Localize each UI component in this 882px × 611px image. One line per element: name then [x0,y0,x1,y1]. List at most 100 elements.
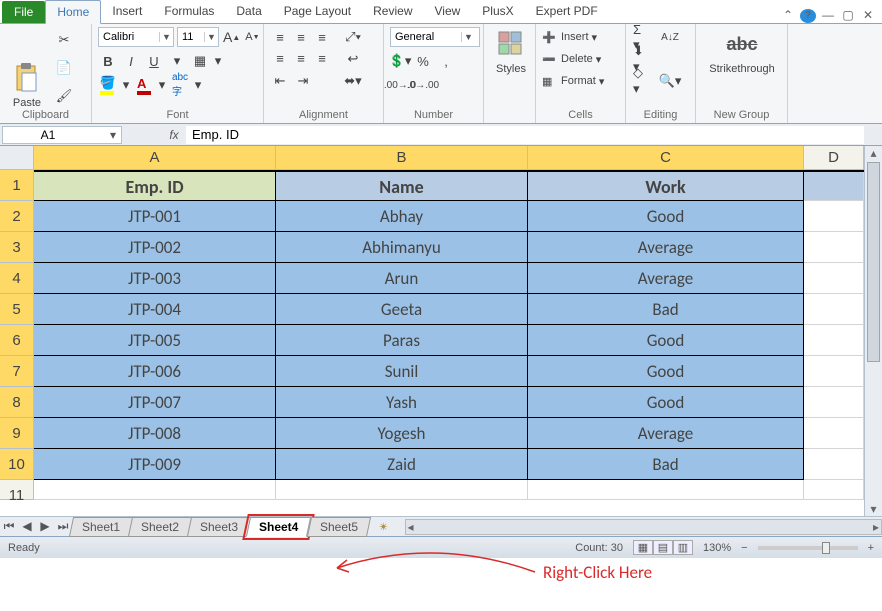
cell[interactable]: JTP-008 [34,418,276,449]
cell[interactable]: Good [528,201,804,232]
phonetic-icon[interactable]: abc字 [170,75,190,95]
cell[interactable]: JTP-004 [34,294,276,325]
zoom-out-icon[interactable]: − [741,542,747,554]
format-painter-icon[interactable]: 🖌 [54,86,74,106]
cells-area[interactable]: Emp. IDNameWorkJTP-001AbhayGoodJTP-002Ab… [34,170,864,500]
page-break-view-icon[interactable]: ▥ [673,540,693,555]
align-middle-icon[interactable]: ≡ [291,27,311,47]
insert-cells-button[interactable]: ➕Insert ▾ [542,27,619,47]
cell[interactable] [804,480,864,500]
accounting-icon[interactable]: 💲▾ [390,51,410,71]
prev-sheet-icon[interactable]: ◀ [18,519,36,534]
sheet-tab-sheet2[interactable]: Sheet2 [128,517,192,537]
chevron-down-icon[interactable]: ▼ [159,32,173,42]
vertical-scrollbar[interactable]: ▴ ▾ [864,146,882,516]
chevron-down-icon[interactable]: ▾ [105,128,121,142]
zoom-level[interactable]: 130% [703,542,731,554]
tab-plusx[interactable]: PlusX [471,0,524,23]
cell[interactable] [804,325,864,356]
select-all-corner[interactable] [0,146,34,170]
name-box[interactable]: ▾ [2,126,122,144]
fill-color-icon[interactable]: 🪣 [98,75,118,95]
paste-button[interactable]: Paste [6,27,48,109]
merge-icon[interactable]: ⬌▾ [338,71,368,91]
cell[interactable] [804,356,864,387]
cell[interactable]: Bad [528,294,804,325]
cell[interactable]: Paras [276,325,528,356]
first-sheet-icon[interactable]: ⏮ [0,519,18,534]
cell[interactable]: Emp. ID [34,172,276,201]
align-bottom-icon[interactable]: ≡ [312,27,332,47]
row-header-2[interactable]: 2 [0,201,34,232]
font-name-input[interactable] [99,31,159,43]
cell[interactable]: JTP-003 [34,263,276,294]
row-header-1[interactable]: 1 [0,170,34,201]
ribbon-minimize-icon[interactable]: ⌃ [780,8,796,22]
sheet-tab-sheet3[interactable]: Sheet3 [187,517,251,537]
find-icon[interactable]: 🔍▾ [655,71,685,91]
row-header-4[interactable]: 4 [0,263,34,294]
new-sheet-icon[interactable]: ✴ [373,520,395,534]
phonetic-menu-icon[interactable]: ▾ [193,75,203,95]
cell[interactable]: Yash [276,387,528,418]
styles-button[interactable]: Styles [490,27,532,75]
align-top-icon[interactable]: ≡ [270,27,290,47]
row-header-9[interactable]: 9 [0,418,34,449]
clear-icon[interactable]: ◇ ▾ [632,71,652,91]
font-color-menu-icon[interactable]: ▾ [157,75,167,95]
font-color-icon[interactable]: A [134,75,154,95]
chevron-down-icon[interactable]: ▼ [204,32,218,42]
wrap-text-icon[interactable]: ↩ [338,49,368,69]
tab-home[interactable]: Home [45,0,101,24]
cell[interactable]: JTP-005 [34,325,276,356]
next-sheet-icon[interactable]: ▶ [36,519,54,534]
sheet-tab-sheet1[interactable]: Sheet1 [69,517,133,537]
minimize-icon[interactable]: — [820,8,836,22]
border-icon[interactable]: ▦ [190,51,210,71]
font-size-input[interactable] [178,31,204,43]
zoom-in-icon[interactable]: + [868,542,874,554]
chevron-down-icon[interactable]: ▼ [461,32,475,42]
row-header-6[interactable]: 6 [0,325,34,356]
sheet-tab-sheet5[interactable]: Sheet5 [306,517,370,537]
cell[interactable] [276,480,528,500]
cell[interactable] [804,449,864,480]
align-center-icon[interactable]: ≡ [291,48,311,68]
cell[interactable]: Good [528,356,804,387]
cell[interactable]: Sunil [276,356,528,387]
strikethrough-button[interactable]: abc Strikethrough [702,27,782,75]
cell[interactable] [804,172,864,201]
bold-icon[interactable]: B [98,51,118,71]
cell[interactable] [804,387,864,418]
close-icon[interactable]: ✕ [860,8,876,22]
tab-expert-pdf[interactable]: Expert PDF [525,0,609,23]
cell-reference-input[interactable] [3,128,93,142]
cell[interactable] [528,480,804,500]
cell[interactable] [804,418,864,449]
font-size-combo[interactable]: ▼ [177,27,219,47]
tab-view[interactable]: View [424,0,472,23]
increase-font-icon[interactable]: A▲ [222,27,241,47]
cell[interactable]: JTP-009 [34,449,276,480]
cell[interactable] [804,263,864,294]
file-tab[interactable]: File [2,1,45,23]
cell[interactable] [804,232,864,263]
sheet-tab-sheet4[interactable]: Sheet4 [246,517,312,537]
underline-icon[interactable]: U [144,51,164,71]
italic-icon[interactable]: I [121,51,141,71]
cell[interactable]: Name [276,172,528,201]
cell[interactable]: JTP-007 [34,387,276,418]
sort-icon[interactable]: A↓Z [655,27,685,47]
row-header-3[interactable]: 3 [0,232,34,263]
zoom-slider[interactable] [758,546,858,550]
tab-page-layout[interactable]: Page Layout [273,0,362,23]
cell[interactable]: Good [528,325,804,356]
number-format-combo[interactable]: ▼ [390,27,480,47]
font-name-combo[interactable]: ▼ [98,27,174,47]
column-header-B[interactable]: B [276,146,528,169]
row-header-11[interactable]: 11 [0,480,34,500]
decrease-font-icon[interactable]: A▼ [244,27,260,47]
cell[interactable]: Average [528,232,804,263]
normal-view-icon[interactable]: ▦ [633,540,653,555]
fx-icon[interactable]: fx [164,128,184,142]
